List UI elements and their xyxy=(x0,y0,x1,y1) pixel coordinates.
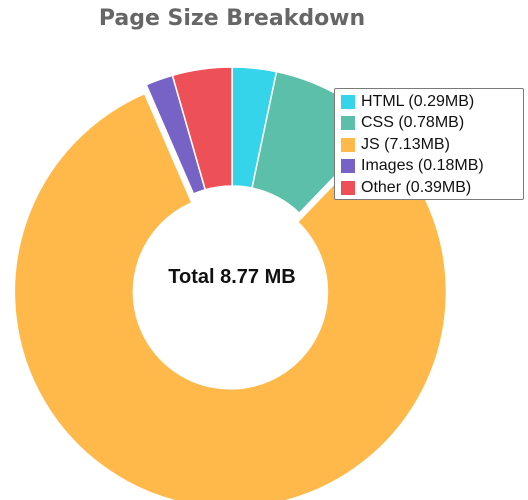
legend-swatch xyxy=(341,116,355,131)
donut-center-label: Total 8.77 MB xyxy=(168,266,296,288)
legend-label: HTML (0.29MB) xyxy=(361,92,475,110)
legend-item-html[interactable]: HTML (0.29MB) xyxy=(341,91,523,113)
chart-legend: HTML (0.29MB) CSS (0.78MB) JS (7.13MB) Imag… xyxy=(334,88,524,200)
legend-swatch xyxy=(341,159,355,174)
legend-item-js[interactable]: JS (7.13MB) xyxy=(341,134,523,156)
legend-item-css[interactable]: CSS (0.78MB) xyxy=(341,113,523,135)
legend-label: Other (0.39MB) xyxy=(361,178,472,196)
legend-swatch xyxy=(341,94,355,109)
legend-label: JS (7.13MB) xyxy=(361,135,450,153)
legend-item-images[interactable]: Images (0.18MB) xyxy=(341,156,523,178)
legend-item-other[interactable]: Other (0.39MB) xyxy=(341,177,523,199)
legend-label: Images (0.18MB) xyxy=(361,157,484,175)
legend-swatch xyxy=(341,180,355,195)
donut-chart xyxy=(13,66,448,500)
legend-swatch xyxy=(341,137,355,152)
legend-label: CSS (0.78MB) xyxy=(361,114,465,132)
